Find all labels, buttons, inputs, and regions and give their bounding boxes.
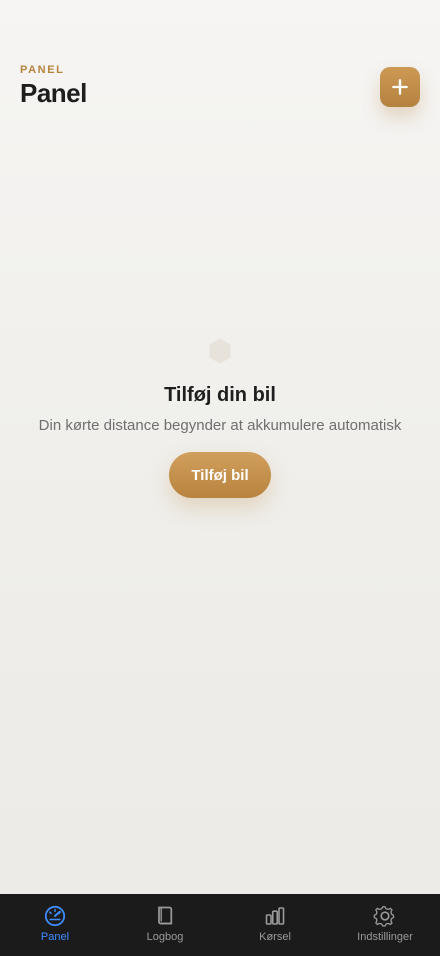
empty-state: Tilføj din bil Din kørte distance begynd… — [0, 336, 440, 498]
empty-state-subtitle: Din kørte distance begynder at akkumuler… — [38, 417, 402, 434]
tab-label: Logbog — [146, 931, 184, 943]
tab-logbog[interactable]: Logbog — [110, 904, 220, 943]
gear-icon — [373, 906, 395, 927]
hexagon-icon — [209, 338, 231, 364]
speedometer-icon — [44, 905, 66, 927]
page-header: PANEL Panel — [20, 64, 87, 109]
tab-label: Panel — [40, 931, 70, 943]
tab-indstillinger[interactable]: Indstillinger — [330, 904, 440, 943]
tab-label: Kørsel — [259, 931, 291, 943]
tab-label: Indstillinger — [357, 931, 413, 943]
empty-state-title: Tilføj din bil — [164, 384, 276, 406]
tab-bar: Panel Logbog Kørsel Indstillinger — [0, 894, 440, 956]
add-car-button[interactable]: Tilføj bil — [169, 452, 271, 498]
tab-korsel[interactable]: Kørsel — [220, 904, 330, 943]
section-eyebrow: PANEL — [20, 64, 65, 76]
bar-chart-icon — [265, 907, 285, 925]
tab-panel[interactable]: Panel — [0, 904, 110, 943]
book-icon — [158, 906, 173, 925]
page-title: Panel — [20, 78, 87, 108]
add-button[interactable] — [380, 67, 420, 107]
plus-icon — [392, 79, 408, 95]
